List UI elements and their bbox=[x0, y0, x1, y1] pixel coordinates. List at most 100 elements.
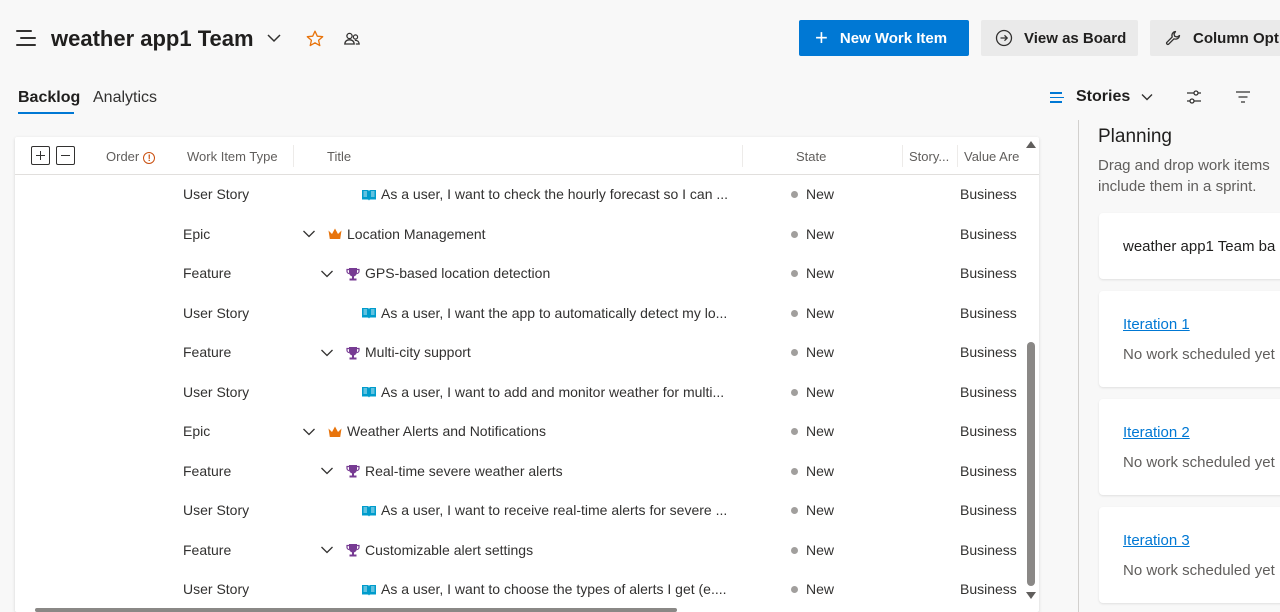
value-area-cell: Business bbox=[960, 344, 1017, 360]
work-item-title-link[interactable]: Multi-city support bbox=[365, 333, 471, 372]
column-header-type[interactable]: Work Item Type bbox=[187, 149, 278, 164]
vertical-scroll-thumb[interactable] bbox=[1027, 342, 1035, 586]
state-cell[interactable]: New bbox=[791, 175, 834, 214]
favorite-star-icon[interactable] bbox=[305, 29, 325, 49]
chevron-down-icon[interactable] bbox=[320, 346, 334, 360]
work-item-title-link[interactable]: Real-time severe weather alerts bbox=[365, 452, 563, 491]
work-item-title-link[interactable]: Weather Alerts and Notifications bbox=[347, 412, 546, 451]
value-area-cell: Business bbox=[960, 502, 1017, 518]
work-item-type: Feature bbox=[183, 344, 232, 360]
view-as-board-label: View as Board bbox=[1024, 29, 1127, 47]
backlog-level-label: Stories bbox=[1076, 88, 1131, 105]
state-cell[interactable]: New bbox=[791, 531, 834, 570]
work-item-title-link[interactable]: As a user, I want to add and monitor wea… bbox=[381, 373, 724, 412]
tab-backlog[interactable]: Backlog bbox=[18, 89, 80, 107]
table-row[interactable]: Epic Weather Alerts and Notifications New B… bbox=[15, 412, 1025, 452]
collapse-all-button[interactable] bbox=[56, 146, 75, 165]
feature-trophy-icon bbox=[346, 544, 360, 557]
column-header-order[interactable]: Order! bbox=[106, 149, 156, 164]
chevron-down-icon[interactable] bbox=[320, 267, 334, 281]
work-item-title-link[interactable]: As a user, I want to receive real-time a… bbox=[381, 491, 727, 530]
scroll-up-arrow-icon[interactable] bbox=[1026, 141, 1036, 148]
value-area-cell: Business bbox=[960, 462, 1017, 479]
chevron-down-icon[interactable] bbox=[320, 464, 334, 478]
work-item-title-link[interactable]: As a user, I want to check the hourly fo… bbox=[381, 175, 728, 214]
state-cell[interactable]: New bbox=[791, 452, 834, 491]
table-row[interactable]: Feature GPS-based location detection New Bu… bbox=[15, 254, 1025, 294]
team-backlog-card[interactable]: weather app1 Team ba bbox=[1099, 213, 1280, 279]
work-item-type: User Story bbox=[183, 502, 250, 518]
work-item-title-link[interactable]: As a user, I want to choose the types of… bbox=[381, 570, 727, 609]
scroll-down-arrow-icon[interactable] bbox=[1026, 592, 1036, 599]
table-row[interactable]: Feature Real-time severe weather alerts Ne… bbox=[15, 452, 1025, 492]
iteration-card[interactable]: Iteration 3 No work scheduled yet bbox=[1099, 507, 1280, 603]
work-item-title-link[interactable]: Customizable alert settings bbox=[365, 531, 533, 570]
new-work-item-button[interactable]: + New Work Item bbox=[799, 20, 969, 56]
state-dot-icon bbox=[791, 388, 798, 396]
work-item-title-link[interactable]: As a user, I want the app to automatical… bbox=[381, 294, 727, 333]
filter-icon[interactable] bbox=[1234, 88, 1252, 106]
iteration-card[interactable]: Iteration 1 No work scheduled yet bbox=[1099, 291, 1280, 387]
state-cell[interactable]: New bbox=[791, 412, 834, 451]
state-dot-icon bbox=[791, 586, 798, 593]
work-item-type: Feature bbox=[183, 265, 232, 281]
menu-icon[interactable] bbox=[16, 29, 36, 47]
state-cell[interactable]: New bbox=[791, 570, 834, 609]
chevron-down-icon[interactable] bbox=[266, 30, 282, 46]
team-title[interactable]: weather app1 Team bbox=[51, 26, 254, 52]
column-header-order-label: Order bbox=[106, 149, 140, 164]
state-cell[interactable]: New bbox=[791, 254, 834, 293]
table-row[interactable]: User Story As a user, I want to check the… bbox=[15, 175, 1025, 215]
iteration-status: No work scheduled yet bbox=[1123, 562, 1275, 579]
view-as-board-button[interactable]: View as Board bbox=[981, 20, 1138, 56]
tab-analytics[interactable]: Analytics bbox=[93, 89, 157, 107]
column-header-story-points[interactable]: Story... bbox=[909, 149, 949, 164]
feature-trophy-icon bbox=[346, 346, 360, 359]
state-dot-icon bbox=[791, 507, 798, 514]
table-row[interactable]: Feature Customizable alert settings New Bus… bbox=[15, 531, 1025, 571]
column-header-title[interactable]: Title bbox=[327, 149, 351, 164]
state-label: New bbox=[806, 304, 835, 321]
table-row[interactable]: User Story As a user, I want to receive r… bbox=[15, 491, 1025, 531]
work-item-title-link[interactable]: GPS-based location detection bbox=[365, 254, 550, 293]
state-dot-icon bbox=[791, 546, 798, 554]
table-row[interactable]: User Story As a user, I want the app to a… bbox=[15, 294, 1025, 334]
epic-crown-icon bbox=[328, 426, 342, 437]
user-story-book-icon bbox=[362, 505, 376, 517]
user-story-book-icon bbox=[362, 387, 376, 398]
chevron-down-icon[interactable] bbox=[320, 543, 334, 557]
iteration-link[interactable]: Iteration 1 bbox=[1123, 316, 1190, 333]
column-header-value-area[interactable]: Value Are bbox=[964, 149, 1019, 164]
table-row[interactable]: User Story As a user, I want to choose th… bbox=[15, 570, 1025, 610]
team-members-icon[interactable] bbox=[342, 29, 362, 49]
work-item-title-link[interactable]: Location Management bbox=[347, 215, 486, 254]
backlog-level-selector[interactable]: Stories bbox=[1050, 88, 1154, 106]
state-cell[interactable]: New bbox=[791, 491, 834, 530]
expand-all-button[interactable] bbox=[31, 146, 50, 165]
horizontal-scroll-thumb[interactable] bbox=[35, 608, 677, 612]
iteration-link[interactable]: Iteration 3 bbox=[1123, 532, 1190, 549]
column-divider bbox=[293, 145, 294, 167]
iteration-link[interactable]: Iteration 2 bbox=[1123, 424, 1190, 441]
table-row[interactable]: Feature Multi-city support New Business bbox=[15, 333, 1025, 373]
column-options-label: Column Opt bbox=[1193, 29, 1279, 47]
work-item-title-cell: As a user, I want to add and monitor wea… bbox=[361, 373, 791, 412]
column-options-button[interactable]: Column Opt bbox=[1150, 20, 1280, 56]
info-icon[interactable]: ! bbox=[143, 152, 156, 164]
view-options-icon[interactable] bbox=[1185, 88, 1203, 106]
column-header-state[interactable]: State bbox=[796, 149, 826, 164]
chevron-down-icon[interactable] bbox=[302, 425, 316, 439]
chevron-down-icon[interactable] bbox=[302, 227, 316, 241]
state-cell[interactable]: New bbox=[791, 333, 834, 372]
iteration-card[interactable]: Iteration 2 No work scheduled yet bbox=[1099, 399, 1280, 495]
planning-subtitle-line2: include them in a sprint. bbox=[1098, 178, 1257, 195]
panel-divider[interactable] bbox=[1078, 120, 1079, 612]
state-cell[interactable]: New bbox=[791, 294, 834, 333]
work-item-title-cell: Real-time severe weather alerts bbox=[320, 452, 750, 491]
state-cell[interactable]: New bbox=[791, 215, 834, 254]
value-area-cell: Business bbox=[960, 304, 1017, 321]
table-row[interactable]: User Story As a user, I want to add and m… bbox=[15, 373, 1025, 413]
state-cell[interactable]: New bbox=[791, 373, 834, 412]
table-row[interactable]: Epic Location Management New Business bbox=[15, 215, 1025, 255]
work-item-type: Feature bbox=[183, 462, 232, 479]
